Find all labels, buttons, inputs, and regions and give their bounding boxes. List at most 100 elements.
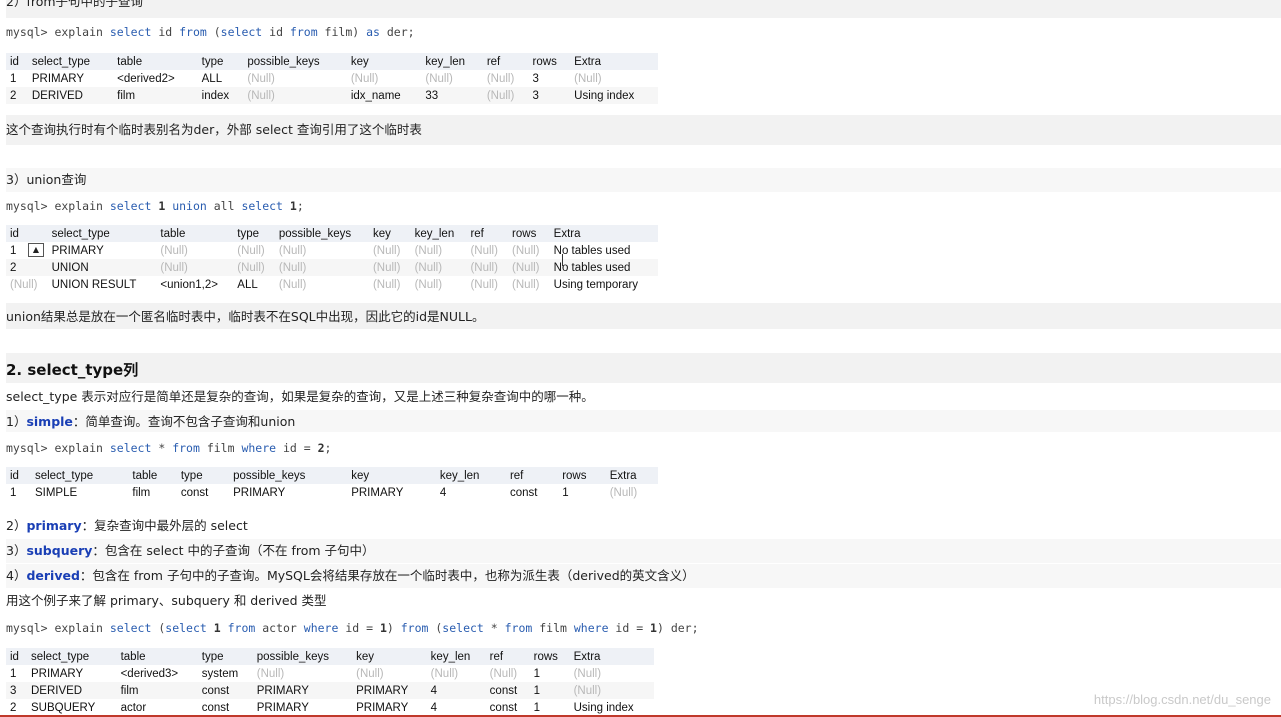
- column-header[interactable]: table: [116, 648, 198, 665]
- table-cell[interactable]: (Null): [233, 242, 275, 259]
- column-header[interactable]: ref: [482, 53, 529, 70]
- table-cell[interactable]: (Null): [466, 242, 509, 259]
- table-cell[interactable]: 2: [6, 699, 27, 716]
- table-cell[interactable]: 2: [6, 259, 48, 276]
- table-cell[interactable]: No tables used: [549, 242, 658, 259]
- column-header[interactable]: id: [6, 53, 28, 70]
- column-header[interactable]: key_len: [426, 648, 486, 665]
- column-header[interactable]: possible_keys: [243, 53, 347, 70]
- column-header[interactable]: select_type: [47, 225, 157, 242]
- table-row[interactable]: 2 UNION (Null) (Null) (Null) (Null) (Null) (Nul…: [6, 259, 658, 276]
- column-header[interactable]: id: [6, 225, 48, 242]
- table-cell[interactable]: 3: [6, 682, 27, 699]
- column-header[interactable]: key_len: [435, 467, 506, 484]
- table-cell[interactable]: (Null): [156, 259, 234, 276]
- table-cell[interactable]: DERIVED: [27, 87, 114, 104]
- column-header[interactable]: id: [6, 467, 31, 484]
- table-cell[interactable]: (Null): [252, 665, 353, 682]
- column-header[interactable]: key: [368, 225, 411, 242]
- table-cell[interactable]: 3: [528, 70, 571, 87]
- table-cell[interactable]: (Null): [421, 70, 483, 87]
- column-header[interactable]: Extra: [605, 467, 658, 484]
- table-cell[interactable]: (Null): [233, 259, 275, 276]
- table-cell[interactable]: PRIMARY: [352, 682, 427, 699]
- column-header[interactable]: ref: [466, 225, 509, 242]
- table-cell[interactable]: 2: [6, 87, 28, 104]
- table-cell[interactable]: 1: [6, 70, 28, 87]
- table-cell[interactable]: system: [197, 665, 253, 682]
- table-cell[interactable]: (Null): [482, 87, 529, 104]
- table-cell[interactable]: actor: [116, 699, 198, 716]
- table-cell[interactable]: (Null): [352, 665, 427, 682]
- table-row[interactable]: 3 DERIVED film const PRIMARY PRIMARY 4 const 1 (N…: [6, 682, 654, 699]
- column-header[interactable]: table: [128, 467, 177, 484]
- table-cell[interactable]: (Null): [6, 276, 48, 293]
- column-header[interactable]: Extra: [569, 648, 654, 665]
- table-cell[interactable]: PRIMARY: [27, 70, 114, 87]
- table-cell[interactable]: UNION RESULT: [47, 276, 157, 293]
- table-cell[interactable]: (Null): [410, 259, 467, 276]
- table-cell[interactable]: (Null): [466, 276, 509, 293]
- table-cell[interactable]: (Null): [605, 484, 658, 501]
- table-cell[interactable]: PRIMARY: [252, 699, 353, 716]
- column-header[interactable]: type: [197, 648, 253, 665]
- table-cell[interactable]: (Null): [243, 70, 347, 87]
- table-cell[interactable]: (Null): [426, 665, 486, 682]
- column-header[interactable]: type: [176, 467, 230, 484]
- column-header[interactable]: select_type: [27, 53, 114, 70]
- table-cell[interactable]: index: [197, 87, 244, 104]
- table-cell[interactable]: PRIMARY: [229, 484, 348, 501]
- table-cell[interactable]: 1: [6, 665, 27, 682]
- column-header[interactable]: rows: [508, 225, 550, 242]
- table-cell[interactable]: (Null): [508, 276, 550, 293]
- column-header[interactable]: key_len: [410, 225, 467, 242]
- table-cell[interactable]: SIMPLE: [30, 484, 129, 501]
- table-cell[interactable]: No tables used: [549, 259, 658, 276]
- table-cell[interactable]: PRIMARY: [352, 699, 427, 716]
- image-placeholder-icon[interactable]: ▲: [28, 243, 44, 257]
- table-row[interactable]: (Null) UNION RESULT <union1,2> ALL (Null) (Nu…: [6, 276, 658, 293]
- table-row[interactable]: 2 SUBQUERY actor const PRIMARY PRIMARY 4 const 1…: [6, 699, 654, 716]
- column-header[interactable]: Extra: [570, 53, 658, 70]
- table-cell[interactable]: film: [128, 484, 177, 501]
- table-cell[interactable]: (Null): [346, 70, 422, 87]
- column-header[interactable]: id: [6, 648, 27, 665]
- table-cell[interactable]: SUBQUERY: [26, 699, 117, 716]
- table-cell[interactable]: ALL: [233, 276, 275, 293]
- table-cell[interactable]: 1: [529, 682, 570, 699]
- table-cell[interactable]: PRIMARY: [26, 665, 117, 682]
- table-cell[interactable]: (Null): [569, 682, 654, 699]
- table-cell[interactable]: 1: [529, 699, 570, 716]
- table-cell[interactable]: const: [505, 484, 559, 501]
- table-cell[interactable]: <union1,2>: [156, 276, 234, 293]
- table-cell[interactable]: 3: [528, 87, 571, 104]
- table-cell[interactable]: (Null): [570, 70, 658, 87]
- table-cell[interactable]: (Null): [243, 87, 347, 104]
- column-header[interactable]: key: [347, 467, 436, 484]
- table-cell[interactable]: (Null): [569, 665, 654, 682]
- column-header[interactable]: Extra: [549, 225, 658, 242]
- column-header[interactable]: table: [113, 53, 198, 70]
- table-cell[interactable]: 1: [529, 665, 570, 682]
- column-header[interactable]: select_type: [26, 648, 117, 665]
- table-row[interactable]: 1 PRIMARY (Null) (Null) (Null) (Null) (Null) (N…: [6, 242, 658, 259]
- column-header[interactable]: key: [352, 648, 427, 665]
- table-cell[interactable]: const: [485, 682, 530, 699]
- column-header[interactable]: key_len: [421, 53, 483, 70]
- column-header[interactable]: type: [197, 53, 244, 70]
- table-cell[interactable]: (Null): [274, 276, 369, 293]
- table-cell[interactable]: film: [113, 87, 198, 104]
- table-row[interactable]: 2 DERIVED film index (Null) idx_name 33 (Null) 3…: [6, 87, 658, 104]
- table-cell[interactable]: film: [116, 682, 198, 699]
- table-cell[interactable]: (Null): [156, 242, 234, 259]
- table-row[interactable]: 1 SIMPLE film const PRIMARY PRIMARY 4 const 1 (Nu…: [6, 484, 658, 501]
- column-header[interactable]: possible_keys: [274, 225, 369, 242]
- column-header[interactable]: rows: [529, 648, 570, 665]
- table-cell[interactable]: 33: [421, 87, 483, 104]
- column-header[interactable]: possible_keys: [252, 648, 353, 665]
- table-cell[interactable]: 1: [6, 484, 31, 501]
- table-cell[interactable]: DERIVED: [26, 682, 117, 699]
- table-cell[interactable]: Using index: [570, 87, 658, 104]
- table-cell[interactable]: (Null): [368, 259, 411, 276]
- table-cell[interactable]: (Null): [368, 276, 411, 293]
